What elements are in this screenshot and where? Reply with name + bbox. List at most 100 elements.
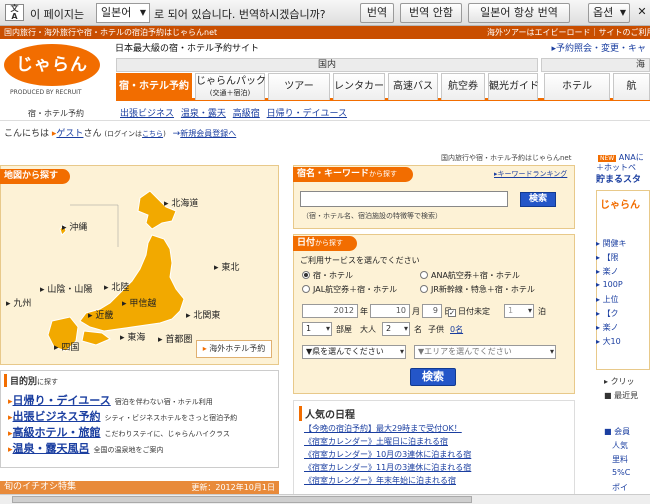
- region-shutoken[interactable]: ▸ 首都圏: [158, 332, 192, 345]
- region-tohoku[interactable]: ▸ 東北: [214, 260, 239, 273]
- close-icon[interactable]: ✕: [635, 3, 649, 23]
- purpose-item[interactable]: ▸温泉・露天風呂 全国の温泉地をご案内: [8, 440, 164, 456]
- feature-updated: 更新：2012年10月1日: [191, 483, 275, 492]
- tab-jalan-pack[interactable]: じゃらんパック (交通＋宿泊): [195, 73, 266, 100]
- member-sub-link[interactable]: 5%C: [612, 468, 630, 477]
- tab-guide[interactable]: 観光ガイド: [488, 73, 539, 100]
- member-sub-link[interactable]: ポイ: [612, 482, 628, 493]
- region-sanin-sanyo[interactable]: ▸ 山陰・山陽: [40, 282, 92, 295]
- promo-link[interactable]: ▸ 楽ノ: [596, 266, 619, 277]
- promo-label: 上位: [602, 295, 619, 304]
- radio-icon[interactable]: [420, 285, 428, 293]
- tab-tour[interactable]: ツアー: [268, 73, 330, 100]
- point-link[interactable]: 貯まるスタ: [596, 172, 641, 185]
- prefecture-select[interactable]: ▼県を選んでください: [302, 345, 406, 359]
- purpose-name[interactable]: 温泉・露天風呂: [13, 442, 90, 455]
- service-option[interactable]: JAL航空券＋宿・ホテル: [302, 284, 397, 295]
- adults-select[interactable]: 2: [382, 322, 410, 336]
- rooms-select[interactable]: 1: [302, 322, 332, 336]
- region-koshinetsu[interactable]: ▸ 甲信越: [122, 296, 156, 309]
- tab-hotel[interactable]: 宿・ホテル予約: [116, 73, 192, 100]
- reservation-links[interactable]: ▸予約照会・変更・キャ: [551, 41, 646, 54]
- popular-link[interactable]: 《宿室カレンダー》年末年始に泊まれる宿: [304, 475, 456, 486]
- child-link[interactable]: 0名: [450, 324, 463, 335]
- month-field[interactable]: 10: [370, 304, 410, 318]
- area-select[interactable]: ▼エリアを選んでください: [414, 345, 556, 359]
- options-button[interactable]: 옵션 ▼: [588, 3, 630, 23]
- scrollbar-thumb[interactable]: [12, 496, 472, 503]
- service-option-label: JAL航空券＋宿・ホテル: [313, 285, 398, 294]
- tab-hotel-label: 宿・ホテル予約: [119, 81, 189, 92]
- purpose-desc: 宿泊を伴わない宿・ホテル利用: [114, 398, 213, 406]
- year-field[interactable]: 2012: [302, 304, 358, 318]
- purpose-name[interactable]: 日帰り・デイユース: [13, 394, 111, 407]
- popular-link[interactable]: 《宿室カレンダー》11月の3連休に泊まれる宿: [304, 462, 471, 473]
- purpose-name[interactable]: 出張ビジネス予約: [13, 410, 101, 423]
- keyword-ranking-link[interactable]: ▸キーワードランキング: [494, 169, 567, 179]
- no-translate-button[interactable]: 번역 안함: [400, 3, 462, 23]
- popular-link[interactable]: 《宿室カレンダー》10月の3連休に泊まれる宿: [304, 449, 471, 460]
- purpose-item[interactable]: ▸高級ホテル・旅館 こだわりステイに、じゃらんハイクラス: [8, 424, 230, 440]
- translate-button[interactable]: 번역: [360, 3, 394, 23]
- promo-link[interactable]: ▸ 【限: [596, 252, 619, 263]
- guest-link[interactable]: ゲスト: [56, 129, 83, 139]
- subnav-business[interactable]: 出張ビジネス: [120, 109, 174, 119]
- day-field[interactable]: 9: [422, 304, 442, 318]
- promo-link[interactable]: ▸ 関健キ: [596, 238, 627, 249]
- popular-link[interactable]: 《宿室カレンダー》土曜日に泊まれる宿: [304, 436, 448, 447]
- region-kyushu[interactable]: ▸ 九州: [6, 296, 31, 309]
- always-translate-button[interactable]: 일본어 항상 번역: [468, 3, 570, 23]
- login-link[interactable]: こちら: [142, 130, 163, 138]
- strip-right-links[interactable]: 海外ツアーはエイビーロード｜サイトのご利用: [487, 26, 650, 39]
- promo-link[interactable]: ▸ 100P: [596, 280, 623, 289]
- horizontal-scrollbar[interactable]: [0, 494, 650, 504]
- subnav-dayuse[interactable]: 日帰り・デイユース: [267, 109, 347, 119]
- region-kitakanto[interactable]: ▸ 北関東: [186, 308, 220, 321]
- tab-tour-label: ツアー: [284, 81, 314, 92]
- tab-overseas-hotel[interactable]: ホテル: [544, 73, 610, 100]
- undecided-check[interactable]: ✓ 日付未定: [448, 306, 490, 317]
- region-okinawa[interactable]: ▸ 沖縄: [62, 220, 87, 233]
- radio-icon[interactable]: [302, 271, 310, 279]
- promo-link[interactable]: ▸ 楽ノ: [596, 322, 619, 333]
- register-link[interactable]: 新規会員登録へ: [180, 129, 236, 138]
- checkbox-icon[interactable]: ✓: [448, 309, 456, 317]
- service-option[interactable]: ANA航空券＋宿・ホテル: [420, 270, 520, 281]
- radio-icon[interactable]: [420, 271, 428, 279]
- language-select[interactable]: 일본어 ▼: [96, 3, 150, 23]
- region-tokai[interactable]: ▸ 東海: [120, 330, 145, 343]
- radio-icon[interactable]: [302, 285, 310, 293]
- member-sub-link[interactable]: 里料: [612, 454, 628, 465]
- keyword-input[interactable]: [300, 191, 508, 207]
- service-option[interactable]: JR新幹線・特急＋宿・ホテル: [420, 284, 535, 295]
- purpose-item[interactable]: ▸日帰り・デイユース 宿泊を伴わない宿・ホテル利用: [8, 392, 213, 408]
- subnav-onsen[interactable]: 温泉・露天: [181, 109, 226, 119]
- member-sub-link[interactable]: 人気: [612, 440, 628, 451]
- tab-highway-bus[interactable]: 高速バス: [388, 73, 438, 100]
- reservation-links-label: 予約照会・変更・キャ: [555, 44, 646, 54]
- promo-link[interactable]: ▸ 上位: [596, 294, 619, 305]
- subnav-luxury[interactable]: 高級宿: [233, 109, 260, 119]
- tab-rentacar[interactable]: レンタカー: [333, 73, 385, 100]
- promo-label: 関健キ: [602, 239, 627, 248]
- purpose-name[interactable]: 高級ホテル・旅館: [13, 426, 101, 439]
- region-hokkaido[interactable]: ▸ 北海道: [164, 196, 198, 209]
- jalan-logo[interactable]: じゃらん PRODUCED BY RECRUIT: [4, 44, 110, 100]
- date-search-button[interactable]: 検索: [410, 368, 456, 386]
- purpose-item[interactable]: ▸出張ビジネス予約 シティ・ビジネスホテルをさっと宿泊予約: [8, 408, 237, 424]
- member-link[interactable]: ■ 会員: [604, 426, 630, 437]
- feature-title[interactable]: 旬のイチオシ特集: [4, 482, 76, 492]
- promo-link[interactable]: ▸ 大10: [596, 336, 621, 347]
- region-kinki[interactable]: ▸ 近畿: [88, 308, 113, 321]
- service-option[interactable]: 宿・ホテル: [302, 270, 353, 281]
- promo-label: 100P: [602, 280, 623, 289]
- overseas-hotel-button[interactable]: ▸ 海外ホテル予約: [196, 340, 272, 358]
- popular-link[interactable]: 【今晩の宿泊予約】最大29時まで受付OK！: [304, 423, 462, 434]
- nights-select[interactable]: 1: [504, 304, 534, 318]
- keyword-search-button[interactable]: 検索: [520, 192, 556, 207]
- promo-link[interactable]: ▸ 【ク: [596, 308, 619, 319]
- region-hokuriku[interactable]: ▸ 北陸: [104, 280, 129, 293]
- tab-airline[interactable]: 航空券: [441, 73, 485, 100]
- tab-overseas-air[interactable]: 航: [613, 73, 650, 100]
- region-shikoku[interactable]: ▸ 四国: [54, 340, 79, 353]
